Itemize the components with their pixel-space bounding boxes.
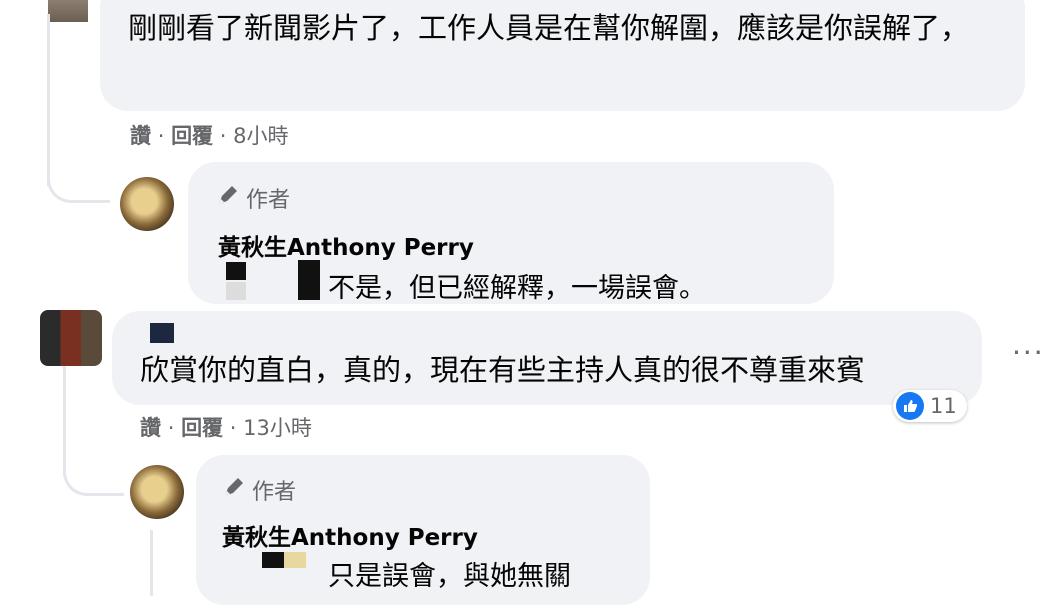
comment-text: 欣賞你的直白，真的，現在有些主持人真的很不尊重來賓 — [140, 353, 866, 387]
redaction-block — [226, 262, 246, 280]
comment-bubble: 剛剛看了新聞影片了，工作人員是在幫你解圍，應該是你誤解了， — [100, 0, 1025, 111]
redaction-block — [298, 260, 320, 300]
reply-text: 只是誤會，與她無關 — [328, 561, 571, 592]
author-name[interactable]: 黃秋生Anthony Perry — [222, 518, 478, 552]
thread-line-curve — [63, 455, 124, 496]
reply-text: 不是，但已經解釋，一場誤會。 — [328, 273, 706, 304]
like-link[interactable]: 讚 — [130, 124, 151, 148]
commenter-avatar[interactable] — [48, 0, 88, 22]
redaction-block — [262, 552, 284, 568]
comment-actions: 讚 · 回覆 · 13小時 — [140, 412, 312, 442]
author-badge-label: 作者 — [252, 480, 297, 505]
pencil-icon — [216, 183, 240, 213]
reaction-summary[interactable]: 11 — [893, 390, 967, 422]
commenter-name-redacted[interactable] — [150, 323, 174, 343]
reply-link[interactable]: 回覆 — [181, 416, 223, 440]
author-badge: 作者 — [222, 474, 296, 506]
author-badge: 作者 — [216, 182, 290, 214]
redaction-block — [284, 552, 306, 568]
comment-actions: 讚 · 回覆 · 8小時 — [130, 120, 289, 150]
thread-line-curve — [47, 160, 110, 203]
author-badge-label: 作者 — [246, 188, 291, 213]
like-icon — [896, 392, 924, 420]
more-options-icon[interactable]: ··· — [1012, 336, 1045, 369]
thread-line — [150, 530, 153, 596]
comment-text: 剛剛看了新聞影片了，工作人員是在幫你解圍，應該是你誤解了， — [128, 11, 970, 45]
timestamp[interactable]: 8小時 — [233, 124, 288, 148]
separator: · — [219, 124, 227, 148]
author-avatar[interactable] — [130, 465, 184, 519]
reply-link[interactable]: 回覆 — [171, 124, 213, 148]
reaction-count: 11 — [930, 394, 957, 418]
author-name[interactable]: 黃秋生Anthony Perry — [218, 228, 474, 262]
commenter-avatar[interactable] — [40, 310, 102, 366]
author-avatar[interactable] — [120, 177, 174, 231]
like-link[interactable]: 讚 — [140, 416, 161, 440]
redaction-block — [226, 282, 246, 300]
separator: · — [157, 124, 165, 148]
pencil-icon — [222, 475, 246, 505]
separator: · — [229, 416, 237, 440]
timestamp[interactable]: 13小時 — [243, 416, 312, 440]
separator: · — [167, 416, 175, 440]
